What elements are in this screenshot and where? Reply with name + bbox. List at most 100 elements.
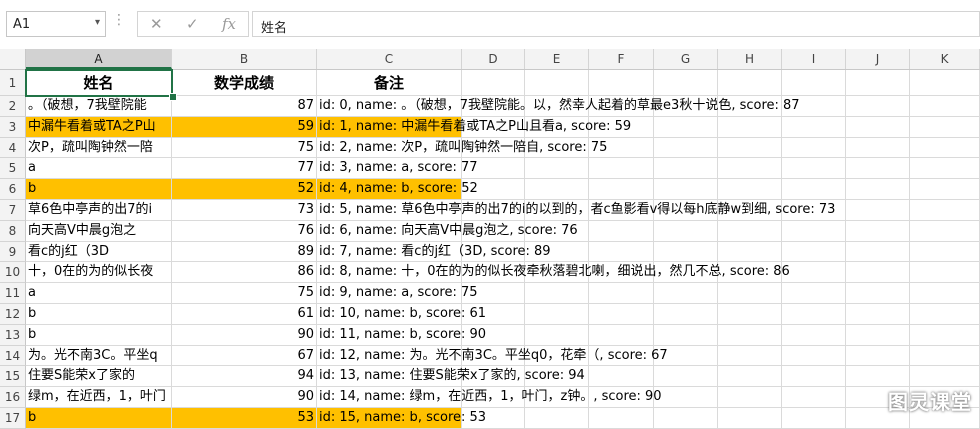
empty-cell[interactable] [589,304,654,325]
empty-cell[interactable] [589,70,654,96]
empty-cell[interactable] [525,304,589,325]
name-cell[interactable]: a [26,283,172,304]
empty-cell[interactable] [525,70,589,96]
score-cell[interactable]: 59 [172,116,317,138]
empty-cell[interactable] [846,241,910,263]
name-cell[interactable]: b [26,408,172,429]
row-header[interactable]: 11 [0,283,26,304]
name-cell[interactable]: 看c的j红（3D [26,241,172,263]
empty-cell[interactable] [846,283,910,304]
empty-cell[interactable] [654,241,718,263]
name-cell[interactable]: 十，0在的为的似长夜 [26,262,172,284]
empty-cell[interactable] [718,70,782,96]
row-header[interactable]: 6 [0,179,26,200]
row-header[interactable]: 17 [0,408,26,429]
empty-cell[interactable] [782,262,846,284]
header-cell-note[interactable]: 备注 [317,70,462,96]
row-header[interactable]: 8 [0,220,26,242]
row-header[interactable]: 4 [0,137,26,159]
empty-cell[interactable] [846,262,910,284]
note-cell[interactable]: id: 9, name: a, score: 75 [317,283,478,304]
empty-cell[interactable] [654,220,718,242]
empty-cell[interactable] [846,304,910,325]
row-header[interactable]: 2 [0,96,26,117]
empty-cell[interactable] [846,345,910,367]
note-cell[interactable]: id: 4, name: b, score: 52 [317,179,478,200]
score-cell[interactable]: 90 [172,324,317,346]
empty-cell[interactable] [910,137,980,159]
fill-handle[interactable] [169,93,177,101]
empty-cell[interactable] [654,158,718,180]
note-cell[interactable]: id: 14, name: 绿m，在近西，1，叶门，z钟。, score: 90 [317,387,662,408]
note-cell[interactable]: id: 6, name: 向天高V中晨g泡之, score: 76 [317,220,578,242]
note-cell[interactable]: id: 2, name: 次P，疏叫陶钟然一陪自, score: 75 [317,137,607,159]
empty-cell[interactable] [782,283,846,304]
note-cell[interactable]: id: 7, name: 看c的j红（3D, score: 89 [317,241,551,263]
empty-cell[interactable] [654,137,718,159]
empty-cell[interactable] [910,304,980,325]
name-cell[interactable]: b [26,324,172,346]
row-header[interactable]: 12 [0,304,26,325]
note-cell[interactable]: id: 0, name: 。（破想，7我壁院能。以，然幸人起着的草最e3秋十说色… [317,96,800,117]
empty-cell[interactable] [654,70,718,96]
empty-cell[interactable] [718,179,782,200]
empty-cell[interactable] [910,116,980,138]
empty-cell[interactable] [910,283,980,304]
empty-cell[interactable] [910,366,980,388]
empty-cell[interactable] [782,70,846,96]
score-cell[interactable]: 52 [172,179,317,200]
empty-cell[interactable] [718,304,782,325]
empty-cell[interactable] [718,324,782,346]
score-cell[interactable]: 86 [172,262,317,284]
empty-cell[interactable] [782,324,846,346]
empty-cell[interactable] [654,366,718,388]
name-cell[interactable]: 绿m，在近西，1，叶门 [26,387,172,408]
empty-cell[interactable] [846,116,910,138]
name-cell[interactable]: b [26,304,172,325]
score-cell[interactable]: 87 [172,96,317,117]
empty-cell[interactable] [910,324,980,346]
empty-cell[interactable] [782,241,846,263]
empty-cell[interactable] [910,70,980,96]
note-cell[interactable]: id: 1, name: 中漏牛看着或TA之P山且看a, score: 59 [317,116,631,138]
column-header-a[interactable]: A [26,49,172,69]
empty-cell[interactable] [718,116,782,138]
empty-cell[interactable] [846,366,910,388]
row-header[interactable]: 14 [0,345,26,367]
row-header[interactable]: 3 [0,116,26,138]
row-header[interactable]: 16 [0,387,26,408]
score-cell[interactable]: 73 [172,200,317,221]
name-cell[interactable]: a [26,158,172,180]
empty-cell[interactable] [782,304,846,325]
column-header-k[interactable]: K [910,49,980,69]
empty-cell[interactable] [782,116,846,138]
empty-cell[interactable] [782,220,846,242]
column-header-d[interactable]: D [462,49,525,69]
name-cell[interactable]: b [26,179,172,200]
empty-cell[interactable] [718,220,782,242]
select-all-corner[interactable] [0,49,26,69]
empty-cell[interactable] [525,283,589,304]
empty-cell[interactable] [525,158,589,180]
empty-cell[interactable] [654,283,718,304]
empty-cell[interactable] [654,387,718,408]
empty-cell[interactable] [846,137,910,159]
row-header[interactable]: 13 [0,324,26,346]
empty-cell[interactable] [654,179,718,200]
empty-cell[interactable] [782,137,846,159]
empty-cell[interactable] [846,179,910,200]
empty-cell[interactable] [910,179,980,200]
name-cell[interactable]: 向天高V中晨g泡之 [26,220,172,242]
empty-cell[interactable] [718,366,782,388]
row-header[interactable]: 9 [0,241,26,263]
empty-cell[interactable] [589,366,654,388]
empty-cell[interactable] [846,96,910,117]
row-header[interactable]: 5 [0,158,26,180]
empty-cell[interactable] [718,241,782,263]
score-cell[interactable]: 53 [172,408,317,429]
empty-cell[interactable] [589,158,654,180]
note-cell[interactable]: id: 11, name: b, score: 90 [317,324,486,346]
note-cell[interactable]: id: 8, name: 十，0在的为的似长夜牵秋落碧北喇，细说出，然几不总, … [317,262,790,284]
empty-cell[interactable] [782,179,846,200]
empty-cell[interactable] [910,96,980,117]
